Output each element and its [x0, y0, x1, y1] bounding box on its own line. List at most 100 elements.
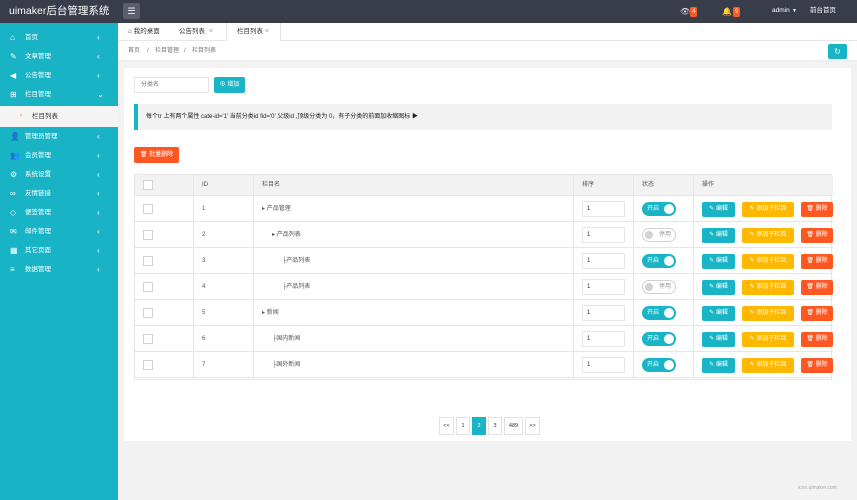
chevron-left-icon: ‹	[97, 227, 100, 236]
refresh-button[interactable]: ↻	[828, 44, 847, 59]
sidebar-item-members[interactable]: 👥 会员管理 ‹	[0, 146, 118, 165]
delete-label: 删除	[815, 284, 828, 290]
row-checkbox[interactable]	[143, 334, 153, 344]
grid-icon: ▦	[10, 246, 18, 255]
sidebar-item-articles[interactable]: ✎ 文章管理 ‹	[0, 47, 118, 66]
add-subcolumn-button[interactable]: ✎ 添加子栏目	[742, 332, 794, 347]
delete-button[interactable]: 🗑 删除	[801, 254, 833, 269]
sort-input[interactable]: 1	[582, 227, 625, 243]
trash-icon: 🗑	[806, 362, 816, 368]
sort-input[interactable]: 1	[582, 253, 625, 269]
next-page-button[interactable]: >>	[525, 417, 540, 435]
sidebar-item-notices[interactable]: ◀ 公告管理 ‹	[0, 66, 118, 85]
edit-button[interactable]: ✎ 编辑	[702, 228, 735, 243]
sidebar-item-label: 数据管理	[25, 266, 51, 273]
sidebar-item-settings[interactable]: ⚙ 系统设置 ‹	[0, 165, 118, 184]
delete-button[interactable]: 🗑 删除	[801, 228, 833, 243]
prev-page-button[interactable]: <<	[439, 417, 454, 435]
row-checkbox[interactable]	[143, 308, 153, 318]
row-sort-cell: 1	[573, 248, 633, 273]
sidebar-item-other-pages[interactable]: ▦ 其它页面 ‹	[0, 241, 118, 260]
status-toggle[interactable]: 停用	[642, 228, 676, 242]
add-subcolumn-button[interactable]: ✎ 添加子栏目	[742, 202, 794, 217]
breadcrumb-home[interactable]: 首页	[128, 41, 140, 61]
sort-input[interactable]: 1	[582, 305, 625, 321]
batch-delete-button[interactable]: 🗑 批量删除	[134, 147, 179, 163]
delete-button[interactable]: 🗑 删除	[801, 332, 833, 347]
row-checkbox[interactable]	[143, 204, 153, 214]
tab-desktop[interactable]: ⌂ 我的桌面	[118, 23, 168, 41]
chevron-left-icon: ‹	[97, 132, 100, 141]
row-checkbox-cell	[135, 196, 193, 221]
add-subcolumn-button[interactable]: ✎ 添加子栏目	[742, 306, 794, 321]
front-page-link[interactable]: 前台首页	[810, 0, 836, 22]
edit-button[interactable]: ✎ 编辑	[702, 202, 735, 217]
delete-button[interactable]: 🗑 删除	[801, 280, 833, 295]
select-all-checkbox[interactable]	[143, 180, 153, 190]
edit-button[interactable]: ✎ 编辑	[702, 332, 735, 347]
page-button-2[interactable]: 2	[472, 417, 486, 435]
row-checkbox[interactable]	[143, 360, 153, 370]
row-status-cell: 开启	[633, 196, 693, 221]
row-sort-cell: 1	[573, 326, 633, 351]
chevron-down-icon: ⌄	[97, 90, 104, 99]
page-button-489[interactable]: 489	[504, 417, 523, 435]
row-checkbox[interactable]	[143, 282, 153, 292]
row-checkbox[interactable]	[143, 256, 153, 266]
tab-column-list[interactable]: 栏目列表 ×	[226, 23, 281, 42]
delete-button[interactable]: 🗑 删除	[801, 358, 833, 373]
sidebar-item-label: 便签管理	[25, 209, 51, 216]
status-toggle[interactable]: 停用	[642, 280, 676, 294]
category-name-input[interactable]: 分类名	[134, 77, 209, 93]
delete-button[interactable]: 🗑 删除	[801, 202, 833, 217]
edit-button[interactable]: ✎ 编辑	[702, 280, 735, 295]
status-toggle[interactable]: 开启	[642, 306, 676, 320]
close-icon[interactable]: ×	[265, 23, 269, 41]
edit-button[interactable]: ✎ 编辑	[702, 358, 735, 373]
status-toggle[interactable]: 开启	[642, 254, 676, 268]
edit-button[interactable]: ✎ 编辑	[702, 254, 735, 269]
delete-label: 删除	[815, 336, 828, 342]
eye-icon[interactable]: 👁	[680, 0, 690, 23]
user-menu[interactable]: admin	[772, 0, 790, 22]
close-icon[interactable]: ×	[209, 23, 213, 41]
page-button-3[interactable]: 3	[488, 417, 502, 435]
chevron-left-icon: ‹	[97, 208, 100, 217]
tab-notice-list[interactable]: 公告列表 ×	[169, 23, 226, 41]
sidebar-item-notes[interactable]: ◇ 便签管理 ‹	[0, 203, 118, 222]
sidebar-item-links[interactable]: ∞ 友情链接 ‹	[0, 184, 118, 203]
add-button[interactable]: ⊕ 增加	[214, 77, 245, 93]
sidebar-item-admins[interactable]: 👤 管理员管理 ‹	[0, 127, 118, 146]
sidebar-item-columns[interactable]: ⊞ 栏目管理 ⌄	[0, 85, 118, 104]
add-subcolumn-button[interactable]: ✎ 添加子栏目	[742, 254, 794, 269]
add-subcolumn-button[interactable]: ✎ 添加子栏目	[742, 280, 794, 295]
bell-icon[interactable]: 🔔	[722, 0, 732, 23]
sort-input[interactable]: 1	[582, 279, 625, 295]
sort-input[interactable]: 1	[582, 331, 625, 347]
status-toggle[interactable]: 开启	[642, 358, 676, 372]
row-actions-cell: ✎ 编辑 ✎ 添加子栏目 🗑 删除	[693, 300, 833, 325]
sidebar-item-data[interactable]: ≡ 数据管理 ‹	[0, 260, 118, 279]
add-subcolumn-button[interactable]: ✎ 添加子栏目	[742, 358, 794, 373]
breadcrumb-column-manage[interactable]: 栏目管理	[155, 41, 179, 61]
sort-input[interactable]: 1	[582, 357, 625, 373]
sidebar-item-mail[interactable]: ✉ 邮件管理 ‹	[0, 222, 118, 241]
edit-button[interactable]: ✎ 编辑	[702, 306, 735, 321]
sidebar-item-home[interactable]: ⌂ 首页 ‹	[0, 28, 118, 47]
delete-button[interactable]: 🗑 删除	[801, 306, 833, 321]
sort-input[interactable]: 1	[582, 201, 625, 217]
page-button-1[interactable]: 1	[456, 417, 470, 435]
chevron-left-icon: ‹	[97, 189, 100, 198]
row-checkbox[interactable]	[143, 230, 153, 240]
users-icon: 👥	[10, 151, 20, 160]
row-name-cell: ▸ 新闻	[253, 300, 573, 325]
edit-label: 编辑	[715, 310, 728, 316]
status-toggle[interactable]: 开启	[642, 332, 676, 346]
status-toggle[interactable]: 开启	[642, 202, 676, 216]
row-status-cell: 停用	[633, 274, 693, 299]
add-subcolumn-button[interactable]: ✎ 添加子栏目	[742, 228, 794, 243]
menu-toggle-button[interactable]: ☰	[123, 3, 140, 19]
sidebar-item-column-list[interactable]: › 栏目列表	[0, 106, 118, 127]
row-status-cell: 开启	[633, 352, 693, 377]
row-actions-cell: ✎ 编辑 ✎ 添加子栏目 🗑 删除	[693, 196, 833, 221]
